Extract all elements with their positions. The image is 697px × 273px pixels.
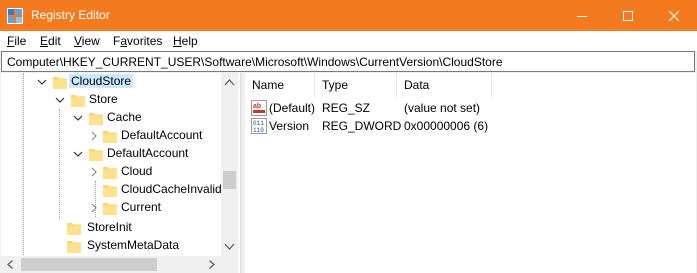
folder-icon bbox=[67, 223, 81, 235]
tree-node-label: Cloud bbox=[121, 164, 153, 178]
value-list[interactable]: Name Type Data ab (Default) REG_SZ (valu… bbox=[245, 73, 696, 273]
minimize-button[interactable] bbox=[559, 0, 605, 31]
svg-text:011: 011 bbox=[253, 120, 264, 127]
tree-node-label: StoreInit bbox=[87, 220, 132, 234]
registry-editor-icon bbox=[7, 8, 23, 24]
svg-text:ab: ab bbox=[253, 103, 261, 110]
column-header-name[interactable]: Name bbox=[245, 73, 315, 97]
close-icon bbox=[669, 10, 679, 21]
menu-help-label: elp bbox=[181, 34, 198, 48]
folder-icon bbox=[103, 185, 117, 197]
value-data: (value not set) bbox=[404, 101, 481, 115]
folder-icon bbox=[67, 241, 81, 253]
address-bar[interactable]: Computer\HKEY_CURRENT_USER\Software\Micr… bbox=[1, 51, 695, 72]
scroll-thumb[interactable] bbox=[223, 171, 236, 189]
menu-help-mnemonic: H bbox=[173, 34, 182, 48]
scroll-up-arrow-icon[interactable] bbox=[224, 78, 235, 87]
tree-node-label: CloudStore bbox=[69, 74, 134, 88]
tree-node-store[interactable]: Store bbox=[1, 91, 221, 109]
menu-favorites[interactable]: Favorites bbox=[113, 34, 162, 48]
tree-horizontal-scrollbar[interactable] bbox=[1, 256, 221, 273]
tree-node-defaultaccount-cache[interactable]: DefaultAccount bbox=[1, 127, 221, 145]
tree-node-label: DefaultAccount bbox=[121, 128, 203, 142]
chevron-right-icon[interactable] bbox=[89, 131, 99, 141]
menu-help[interactable]: Help bbox=[173, 34, 198, 48]
folder-icon bbox=[103, 167, 117, 179]
chevron-down-icon[interactable] bbox=[55, 95, 65, 105]
folder-icon bbox=[103, 203, 117, 215]
tree-node-systemmetadata[interactable]: SystemMetaData bbox=[1, 237, 221, 255]
window-title: Registry Editor bbox=[31, 8, 110, 22]
tree-node-label: Cache bbox=[107, 110, 142, 124]
address-path[interactable]: Computer\HKEY_CURRENT_USER\Software\Micr… bbox=[7, 55, 503, 69]
tree-node-cache[interactable]: Cache bbox=[1, 109, 221, 127]
string-value-icon: ab bbox=[251, 100, 267, 116]
tree-node-label: DefaultAccount bbox=[107, 146, 189, 160]
minimize-icon bbox=[577, 15, 587, 17]
menu-bar: File Edit View Favorites Help bbox=[0, 31, 697, 51]
scroll-right-arrow-icon[interactable] bbox=[207, 260, 216, 269]
menu-edit-label: dit bbox=[48, 34, 61, 48]
column-header-type[interactable]: Type bbox=[315, 73, 397, 97]
value-name: (Default) bbox=[269, 101, 316, 115]
svg-text:110: 110 bbox=[253, 127, 264, 134]
menu-file[interactable]: File bbox=[7, 34, 26, 48]
scroll-left-arrow-icon[interactable] bbox=[6, 260, 15, 269]
chevron-right-icon[interactable] bbox=[89, 203, 99, 213]
value-row-default[interactable]: ab (Default) REG_SZ (value not set) bbox=[245, 99, 696, 117]
chevron-down-icon[interactable] bbox=[73, 149, 83, 159]
tree-node-cloud[interactable]: Cloud bbox=[1, 163, 221, 181]
value-type: REG_SZ bbox=[322, 101, 371, 115]
tree-node-cloudstore[interactable]: CloudStore bbox=[1, 73, 221, 91]
tree-node-storeinit[interactable]: StoreInit bbox=[1, 219, 221, 237]
value-row-version[interactable]: 011 110 Version REG_DWORD 0x00000006 (6) bbox=[245, 117, 696, 135]
value-type: REG_DWORD bbox=[322, 119, 402, 133]
chevron-right-icon[interactable] bbox=[89, 167, 99, 177]
menu-view[interactable]: View bbox=[74, 34, 100, 48]
binary-value-icon: 011 110 bbox=[251, 118, 267, 134]
folder-icon bbox=[89, 149, 103, 161]
key-tree[interactable]: CloudStore Store Cache DefaultAccount De… bbox=[1, 73, 241, 273]
menu-file-label: ile bbox=[14, 34, 27, 48]
menu-view-mnemonic: V bbox=[74, 34, 82, 48]
folder-icon bbox=[103, 131, 117, 143]
chevron-down-icon[interactable] bbox=[37, 77, 47, 87]
menu-edit-mnemonic: E bbox=[40, 34, 49, 48]
tree-node-label: SystemMetaData bbox=[87, 238, 180, 252]
tree-node-current[interactable]: Current bbox=[1, 199, 221, 217]
value-name: Version bbox=[269, 119, 310, 133]
tree-node-label: Store bbox=[89, 92, 118, 106]
menu-view-label: iew bbox=[81, 34, 100, 48]
chevron-down-icon[interactable] bbox=[73, 113, 83, 123]
tree-node-cloudcacheinvalid[interactable]: CloudCacheInvalid bbox=[1, 181, 222, 199]
scroll-down-arrow-icon[interactable] bbox=[224, 242, 235, 251]
scrollbar-corner bbox=[221, 256, 238, 273]
tree-node-label: CloudCacheInvalid bbox=[121, 182, 222, 196]
maximize-button[interactable] bbox=[605, 0, 651, 31]
folder-icon bbox=[71, 95, 85, 107]
value-data: 0x00000006 (6) bbox=[404, 119, 489, 133]
tree-node-label: Current bbox=[121, 200, 162, 214]
tree-vertical-scrollbar[interactable] bbox=[221, 73, 238, 256]
menu-favorites-label: vorites bbox=[127, 34, 163, 48]
folder-icon bbox=[53, 77, 67, 89]
scroll-thumb[interactable] bbox=[21, 258, 157, 271]
menu-edit[interactable]: Edit bbox=[40, 34, 61, 48]
tree-node-defaultaccount-store[interactable]: DefaultAccount bbox=[1, 145, 221, 163]
close-button[interactable] bbox=[651, 0, 697, 31]
maximize-icon bbox=[623, 10, 633, 21]
title-bar: Registry Editor bbox=[0, 0, 697, 31]
column-header-data[interactable]: Data bbox=[397, 73, 492, 97]
folder-icon bbox=[89, 113, 103, 125]
